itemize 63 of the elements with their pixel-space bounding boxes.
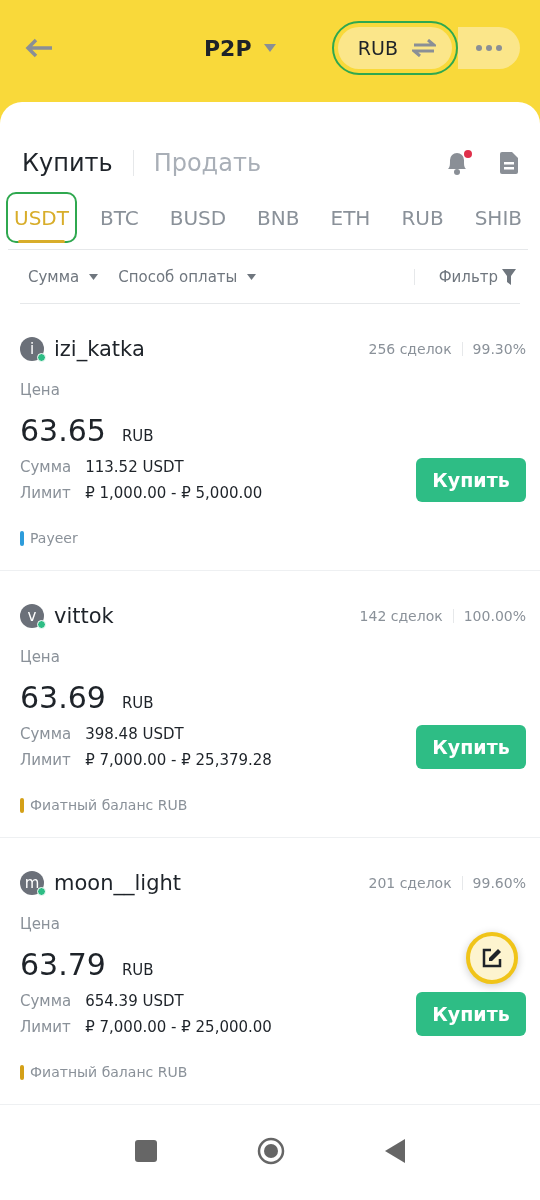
amount-dropdown[interactable]: Сумма xyxy=(28,267,99,286)
price-label: Цена xyxy=(20,648,61,666)
fiat-unit: RUB xyxy=(121,694,154,712)
fiat-unit: RUB xyxy=(121,427,154,445)
limit-label: Лимит xyxy=(20,1018,72,1036)
payment-method: Фиатный баланс RUB xyxy=(30,797,188,813)
order-count: 142 сделок xyxy=(359,608,443,624)
payment-method: Payeer xyxy=(30,530,78,546)
recent-apps-icon[interactable] xyxy=(135,1139,157,1162)
order-count: 201 сделок xyxy=(368,875,452,891)
price: 63.79 xyxy=(20,947,106,982)
limit-value: ₽ 7,000.00 - ₽ 25,000.00 xyxy=(85,1018,272,1036)
asset-tab[interactable]: USDT xyxy=(8,194,75,241)
limit-value: ₽ 7,000.00 - ₽ 25,379.28 xyxy=(85,751,272,769)
edit-icon xyxy=(481,947,503,969)
price: 63.65 xyxy=(20,413,106,448)
asset-tab[interactable]: BNB xyxy=(251,194,306,241)
amount-value: 113.52 USDT xyxy=(85,458,185,476)
trade-tab[interactable]: Купить xyxy=(22,149,113,177)
avatar: v xyxy=(20,604,44,628)
amount-value: 398.48 USDT xyxy=(85,725,185,743)
more-icon xyxy=(476,45,502,51)
limit-label: Лимит xyxy=(20,751,72,769)
merchant-name: vittok xyxy=(54,604,114,628)
amount-label: Сумма xyxy=(20,992,72,1010)
amount-value: 654.39 USDT xyxy=(85,992,185,1010)
buy-button[interactable]: Купить xyxy=(416,458,526,502)
price: 63.69 xyxy=(20,680,106,715)
amount-label: Сумма xyxy=(20,725,72,743)
caret-icon xyxy=(89,273,99,280)
fiat-unit: RUB xyxy=(121,961,154,979)
home-icon[interactable] xyxy=(257,1136,285,1165)
avatar: i xyxy=(20,337,44,361)
price-label: Цена xyxy=(20,915,61,933)
filter-icon xyxy=(502,268,516,285)
buy-button[interactable]: Купить xyxy=(416,725,526,769)
asset-tab[interactable]: RUB xyxy=(395,194,450,241)
filter-button[interactable]: Фильтр xyxy=(438,267,516,286)
payment-method: Фиатный баланс RUB xyxy=(30,1064,188,1080)
limit-value: ₽ 1,000.00 - ₽ 5,000.00 xyxy=(85,484,263,502)
document-icon[interactable] xyxy=(500,152,518,174)
asset-tab[interactable]: ETH xyxy=(324,194,377,241)
buy-button[interactable]: Купить xyxy=(416,992,526,1036)
limit-label: Лимит xyxy=(20,484,72,502)
avatar: m xyxy=(20,871,44,895)
caret-icon xyxy=(247,273,257,280)
payment-dropdown[interactable]: Способ оплаты xyxy=(118,267,257,286)
asset-tab[interactable]: BTC xyxy=(93,194,145,241)
completion-rate: 100.00% xyxy=(463,608,526,624)
price-label: Цена xyxy=(20,381,61,399)
back-nav-icon[interactable] xyxy=(385,1138,405,1163)
trade-tab[interactable]: Продать xyxy=(153,149,262,177)
page-title[interactable]: P2P xyxy=(204,35,276,61)
merchant-name: izi_katka xyxy=(54,337,145,361)
asset-tab[interactable]: SHIB xyxy=(468,194,528,241)
asset-tab[interactable]: BUSD xyxy=(163,194,233,241)
merchant-name: moon__light xyxy=(54,871,181,895)
caret-icon xyxy=(263,44,276,52)
completion-rate: 99.30% xyxy=(472,341,526,357)
amount-label: Сумма xyxy=(20,458,72,476)
order-count: 256 сделок xyxy=(368,341,452,357)
swap-icon xyxy=(412,39,436,57)
completion-rate: 99.60% xyxy=(472,875,526,891)
